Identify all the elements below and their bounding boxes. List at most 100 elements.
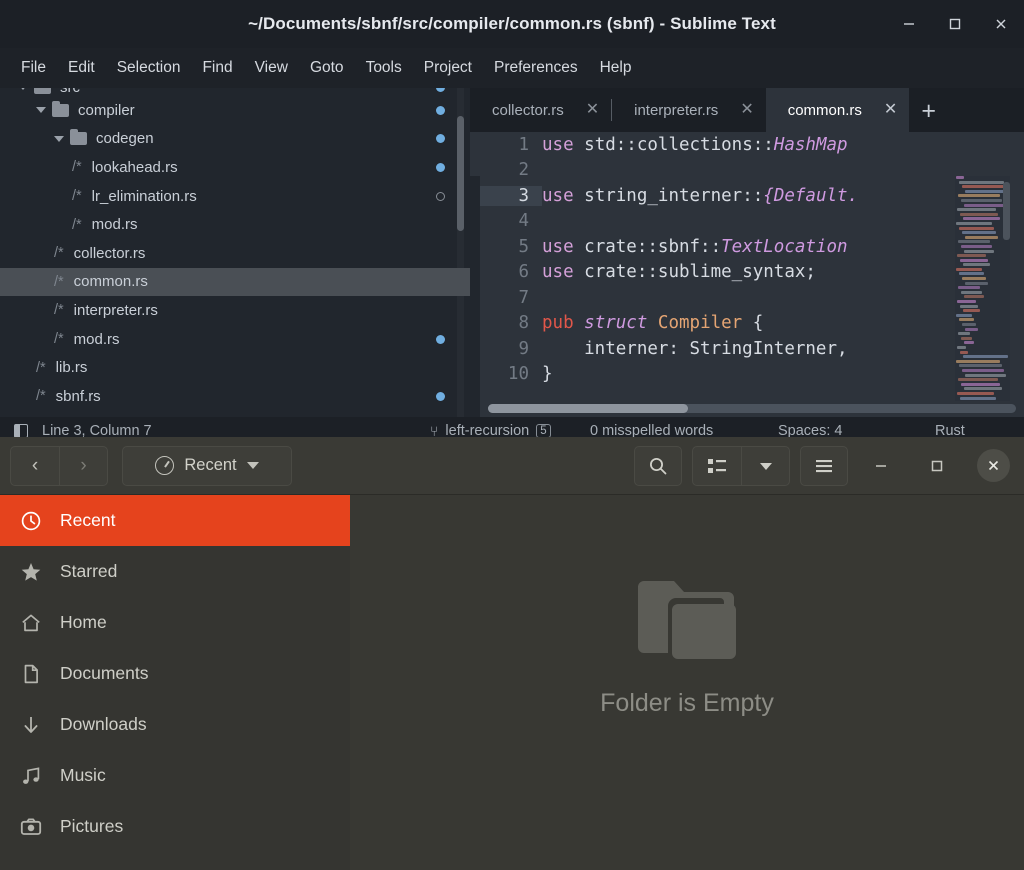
disclosure-triangle-icon[interactable]	[54, 136, 64, 142]
code-line[interactable]: 1use std::collections::HashMap	[470, 132, 1024, 158]
sidebar-item-downloads[interactable]: Downloads	[0, 699, 350, 750]
file-list-area[interactable]: Folder is Empty	[350, 495, 1024, 870]
code-line[interactable]: 2	[470, 158, 1024, 184]
disclosure-triangle-icon[interactable]	[18, 88, 28, 90]
sidebar-item-pictures[interactable]: Pictures	[0, 801, 350, 852]
tab-close-icon[interactable]: ✕	[586, 102, 599, 118]
minimap-line	[964, 250, 994, 253]
code-area[interactable]: 1use std::collections::HashMap23use stri…	[470, 132, 1024, 417]
tab-close-icon[interactable]: ✕	[884, 102, 897, 118]
file-tree-item[interactable]: /*mod.rs	[0, 210, 470, 239]
file-tree-sidebar[interactable]: src compiler codegen /*lookahead.rs/*lr_eli…	[0, 88, 470, 417]
menu-item-help[interactable]: Help	[589, 55, 643, 81]
path-dropdown-button[interactable]: Recent	[122, 446, 292, 486]
file-tree-item[interactable]: /*interpreter.rs	[0, 296, 470, 325]
minimap-line	[957, 346, 966, 349]
view-dropdown-button[interactable]	[741, 447, 789, 485]
file-tree-item[interactable]: src	[0, 88, 470, 96]
minimap-line	[958, 194, 1000, 197]
fm-close-button[interactable]	[970, 446, 1016, 486]
minimize-icon[interactable]	[886, 0, 932, 48]
horizontal-scrollbar-thumb[interactable]	[488, 404, 688, 413]
file-tree-item[interactable]: /*mod.rs	[0, 325, 470, 354]
menu-item-find[interactable]: Find	[191, 55, 243, 81]
modified-indicator-dot	[436, 192, 445, 201]
code-text: use std::collections::HashMap	[542, 135, 848, 155]
code-line[interactable]: 10}	[470, 362, 1024, 388]
document-icon	[20, 663, 42, 685]
file-tree-item[interactable]: /*common.rs	[0, 268, 470, 297]
file-tree-item[interactable]: /*lookahead.rs	[0, 153, 470, 182]
search-icon	[647, 455, 669, 477]
code-line[interactable]: 4	[470, 209, 1024, 235]
code-line[interactable]: 5use crate::sbnf::TextLocation	[470, 234, 1024, 260]
minimap-line	[965, 236, 998, 239]
menu-item-file[interactable]: File	[10, 55, 57, 81]
horizontal-scrollbar-track[interactable]	[488, 404, 1016, 413]
file-tree-item[interactable]: /*lr_elimination.rs	[0, 182, 470, 211]
forward-button[interactable]: ›	[59, 447, 107, 485]
menu-item-preferences[interactable]: Preferences	[483, 55, 589, 81]
modified-indicator-dot	[436, 88, 445, 92]
menu-item-selection[interactable]: Selection	[106, 55, 192, 81]
minimap-line	[961, 245, 992, 248]
file-tree-item[interactable]: codegen	[0, 125, 470, 154]
main-menu-button[interactable]	[800, 446, 848, 486]
menu-item-project[interactable]: Project	[413, 55, 483, 81]
tab-close-icon[interactable]: ✕	[740, 102, 753, 118]
minimap-line	[959, 364, 1002, 367]
list-view-button[interactable]	[693, 447, 741, 485]
code-line[interactable]: 3use string_interner::{Default.	[470, 183, 1024, 209]
close-icon[interactable]	[978, 0, 1024, 48]
minimap[interactable]	[955, 176, 1010, 401]
menu-item-tools[interactable]: Tools	[355, 55, 413, 81]
editor-tab[interactable]: collector.rs✕	[470, 88, 611, 132]
back-button[interactable]: ‹	[11, 447, 59, 485]
editor-tab[interactable]: common.rs ✕	[766, 88, 910, 132]
minimap-line	[960, 259, 988, 262]
minimap-line	[959, 272, 984, 275]
menu-item-view[interactable]: View	[244, 55, 299, 81]
search-button[interactable]	[634, 446, 682, 486]
disclosure-triangle-icon[interactable]	[36, 107, 46, 113]
sidebar-item-label: Music	[60, 765, 106, 786]
sidebar-item-starred[interactable]: Starred	[0, 546, 350, 597]
tab-label: common.rs	[788, 102, 862, 119]
minimap-scrollbar[interactable]	[1003, 182, 1010, 240]
line-number: 1	[470, 135, 542, 155]
file-tree-item[interactable]: /*lib.rs	[0, 353, 470, 382]
code-line[interactable]: 6use crate::sublime_syntax;	[470, 260, 1024, 286]
minimap-line	[956, 268, 982, 271]
file-tree-item-label: compiler	[78, 102, 135, 119]
sidebar-item-documents[interactable]: Documents	[0, 648, 350, 699]
fm-maximize-icon[interactable]	[914, 446, 960, 486]
branch-count-badge: 5	[536, 424, 550, 438]
sidebar-toggle-icon[interactable]	[14, 424, 28, 438]
maximize-icon[interactable]	[932, 0, 978, 48]
fm-minimize-icon[interactable]	[858, 446, 904, 486]
file-tree-item[interactable]: compiler	[0, 96, 470, 125]
minimap-line	[962, 231, 996, 234]
code-lines: 1use std::collections::HashMap23use stri…	[470, 132, 1024, 387]
minimap-line	[965, 190, 1008, 193]
file-tree-item-label: src	[60, 88, 80, 96]
sidebar-item-recent[interactable]: Recent	[0, 495, 350, 546]
minimap-line	[959, 227, 994, 230]
new-tab-button[interactable]: +	[909, 99, 948, 124]
file-tree-item-label: codegen	[96, 130, 154, 147]
code-line[interactable]: 7	[470, 285, 1024, 311]
code-line[interactable]: 8pub struct Compiler {	[470, 311, 1024, 337]
file-tree-item[interactable]: /*sbnf.rs	[0, 382, 470, 411]
sidebar-item-home[interactable]: Home	[0, 597, 350, 648]
file-tree-item[interactable]: /*collector.rs	[0, 239, 470, 268]
view-controls	[692, 446, 790, 486]
menu-item-edit[interactable]: Edit	[57, 55, 106, 81]
sidebar-scrollbar-thumb[interactable]	[457, 116, 464, 231]
file-tree-item-label: mod.rs	[74, 331, 120, 348]
menu-item-goto[interactable]: Goto	[299, 55, 355, 81]
editor-tab[interactable]: interpreter.rs✕	[612, 88, 766, 132]
minimap-line	[963, 309, 980, 312]
line-number: 8	[470, 313, 542, 333]
code-line[interactable]: 9 interner: StringInterner,	[470, 336, 1024, 362]
sidebar-item-music[interactable]: Music	[0, 750, 350, 801]
